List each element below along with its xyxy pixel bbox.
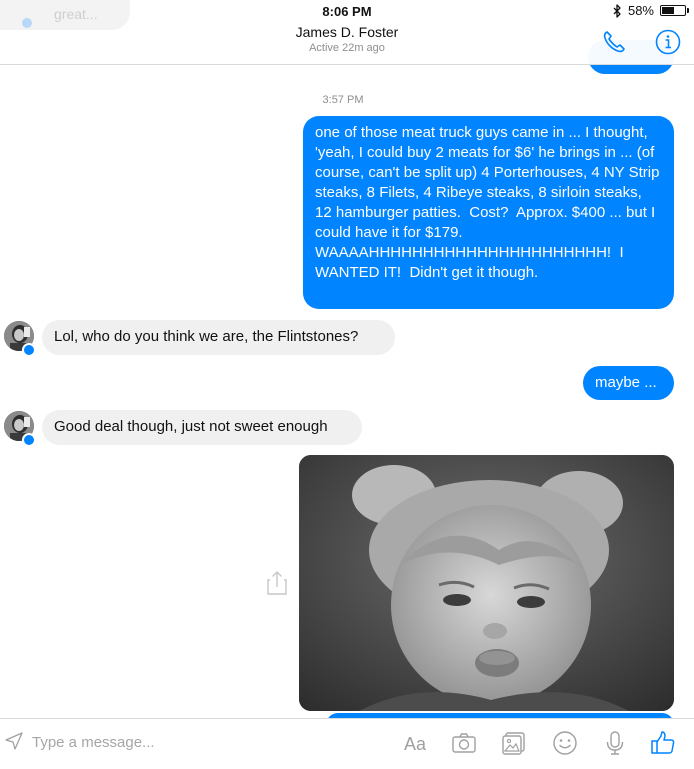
incoming-message[interactable]: Lol, who do you think we are, the Flints… (42, 320, 395, 355)
microphone-icon[interactable] (601, 729, 629, 757)
outgoing-message[interactable]: one of those meat truck guys came in ...… (303, 116, 674, 309)
composer-bar: Aa (0, 718, 694, 769)
battery-percent: 58% (627, 3, 654, 18)
incoming-message[interactable]: Good deal though, just not sweet enough (42, 410, 362, 445)
info-icon[interactable] (654, 28, 682, 56)
photo-message[interactable] (299, 455, 674, 711)
share-icon[interactable] (266, 570, 288, 596)
messenger-badge-icon (22, 433, 36, 447)
emoji-icon[interactable] (551, 729, 579, 757)
status-right: 58% (613, 3, 689, 18)
status-time: 8:06 PM (322, 4, 372, 19)
message-timestamp: 3:57 PM (322, 94, 364, 106)
text-format-icon[interactable]: Aa (400, 732, 430, 756)
toddler-photo (299, 455, 674, 711)
messenger-badge-icon (22, 343, 36, 357)
gallery-icon[interactable] (500, 729, 528, 757)
outgoing-message[interactable]: maybe ... (583, 366, 674, 400)
like-icon[interactable] (649, 729, 677, 757)
bluetooth-icon (613, 3, 621, 18)
battery-level (662, 7, 674, 14)
presence-status: Active 22m ago (309, 42, 385, 54)
send-icon[interactable] (4, 731, 24, 751)
status-bar: 8:06 PM 58% (0, 0, 694, 22)
message-input[interactable] (32, 731, 332, 753)
camera-icon[interactable] (450, 729, 478, 757)
battery-icon (660, 5, 689, 16)
phone-icon[interactable] (600, 28, 628, 56)
